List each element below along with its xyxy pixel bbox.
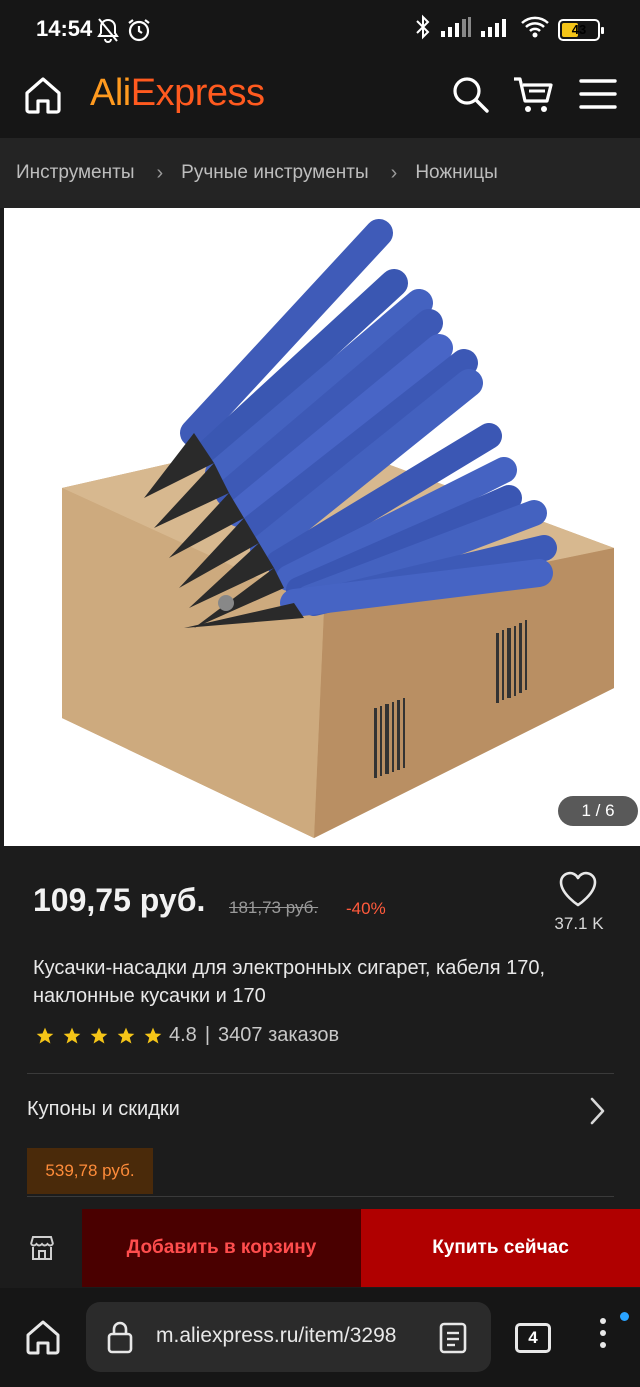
wishlist-count: 37.1 K bbox=[554, 914, 604, 933]
star-icon bbox=[63, 1027, 81, 1043]
rating-value: 4.8 bbox=[169, 1024, 197, 1046]
cart-icon[interactable] bbox=[512, 74, 554, 121]
bluetooth-icon bbox=[414, 14, 432, 45]
address-bar[interactable]: m.aliexpress.ru/item/3298 bbox=[86, 1302, 491, 1372]
star-icon bbox=[90, 1027, 108, 1043]
status-time: 14:54 bbox=[36, 16, 93, 41]
orders-count[interactable]: 3407 заказов bbox=[218, 1024, 339, 1047]
coupons-row[interactable]: Купоны и скидки bbox=[27, 1074, 614, 1148]
more-options-icon[interactable] bbox=[600, 1318, 606, 1348]
reader-mode-icon[interactable] bbox=[438, 1322, 468, 1359]
app-header: AliExpress bbox=[0, 60, 640, 138]
star-icon bbox=[144, 1027, 162, 1043]
breadcrumb-item[interactable]: Инструменты bbox=[16, 162, 134, 184]
breadcrumb: Инструменты › Ручные инструменты › Ножни… bbox=[0, 138, 640, 208]
star-icon bbox=[36, 1027, 54, 1043]
menu-icon[interactable] bbox=[578, 74, 618, 119]
rating-row: 4.8 | 3407 заказов bbox=[35, 1024, 339, 1047]
heart-icon[interactable] bbox=[558, 870, 598, 913]
coupon-badge[interactable]: 539,78 руб. bbox=[27, 1148, 153, 1194]
star-icon bbox=[117, 1027, 135, 1043]
image-counter: 1 / 6 bbox=[558, 796, 638, 826]
store-icon[interactable] bbox=[28, 1234, 56, 1267]
alarm-icon bbox=[126, 17, 152, 48]
old-price: 181,73 руб. bbox=[229, 898, 319, 917]
buy-now-button[interactable]: Купить сейчас bbox=[361, 1209, 640, 1287]
price: 109,75 руб. bbox=[33, 882, 206, 918]
battery-icon: 43 bbox=[558, 18, 604, 41]
discount-badge: -40% bbox=[346, 899, 386, 918]
product-title: Кусачки-насадки для электронных сигарет,… bbox=[33, 957, 546, 1007]
home-icon[interactable] bbox=[22, 74, 64, 121]
url-text[interactable]: m.aliexpress.ru/item/3298 bbox=[156, 1324, 418, 1348]
aliexpress-logo[interactable]: AliExpress bbox=[90, 72, 265, 115]
coupons-label: Купоны и скидки bbox=[27, 1098, 180, 1120]
rating-stars bbox=[35, 1026, 163, 1046]
lock-icon bbox=[106, 1320, 134, 1359]
chevron-right-icon bbox=[588, 1096, 606, 1131]
divider bbox=[27, 1196, 614, 1197]
breadcrumb-item[interactable]: Ручные инструменты bbox=[181, 162, 369, 184]
chevron-right-icon: › bbox=[156, 161, 164, 184]
rating-separator: | bbox=[204, 1024, 211, 1046]
action-bar: Добавить в корзину Купить сейчас bbox=[0, 1208, 640, 1288]
product-photo-illustration bbox=[62, 219, 614, 838]
home-icon[interactable] bbox=[24, 1318, 62, 1361]
browser-toolbar: m.aliexpress.ru/item/3298 4 bbox=[0, 1288, 640, 1387]
mute-bell-icon bbox=[96, 17, 120, 48]
signal-icon bbox=[440, 16, 472, 43]
notification-dot bbox=[620, 1312, 629, 1321]
add-to-cart-button[interactable]: Добавить в корзину bbox=[82, 1209, 361, 1287]
status-bar: 14:54 43 bbox=[0, 0, 640, 60]
signal-icon bbox=[480, 16, 512, 43]
tab-count-button[interactable]: 4 bbox=[515, 1323, 551, 1353]
product-info: 109,75 руб. 181,73 руб. -40% 37.1 K Куса… bbox=[0, 846, 640, 1208]
product-image[interactable]: 1 / 6 bbox=[4, 208, 640, 846]
breadcrumb-item[interactable]: Ножницы bbox=[415, 162, 497, 184]
chevron-right-icon: › bbox=[390, 161, 398, 184]
battery-level: 43 bbox=[571, 22, 587, 37]
search-icon[interactable] bbox=[450, 74, 490, 119]
wifi-icon bbox=[520, 15, 550, 44]
